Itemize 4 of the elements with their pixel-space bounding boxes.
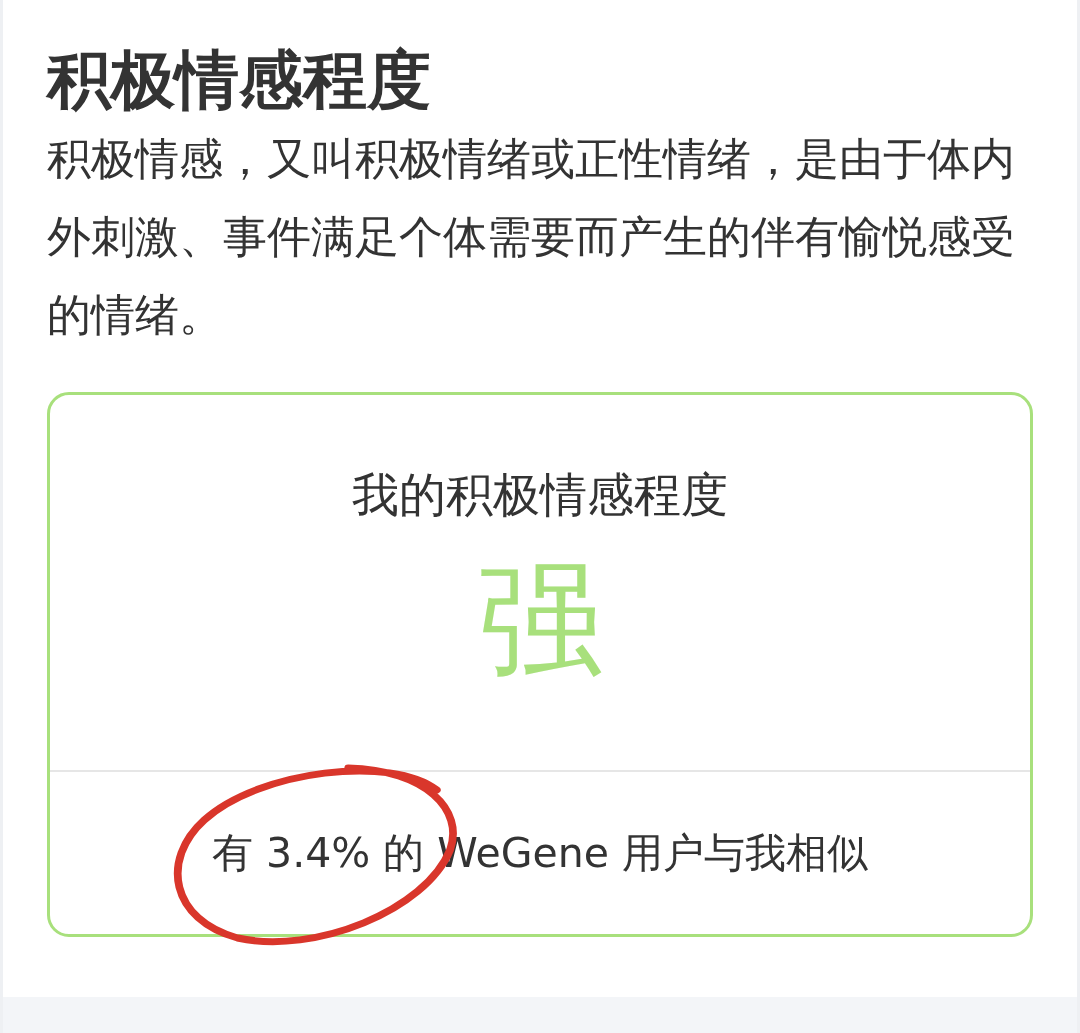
description-text: 积极情感，又叫积极情绪或正性情绪，是由于体内外刺激、事件满足个体需要而产生的伴有愉悦感受的情绪。: [47, 132, 1016, 342]
card-heading: 我的积极情感程度: [352, 466, 728, 524]
section-title: 积极情感程度: [47, 42, 432, 119]
result-value: 强: [477, 546, 603, 694]
